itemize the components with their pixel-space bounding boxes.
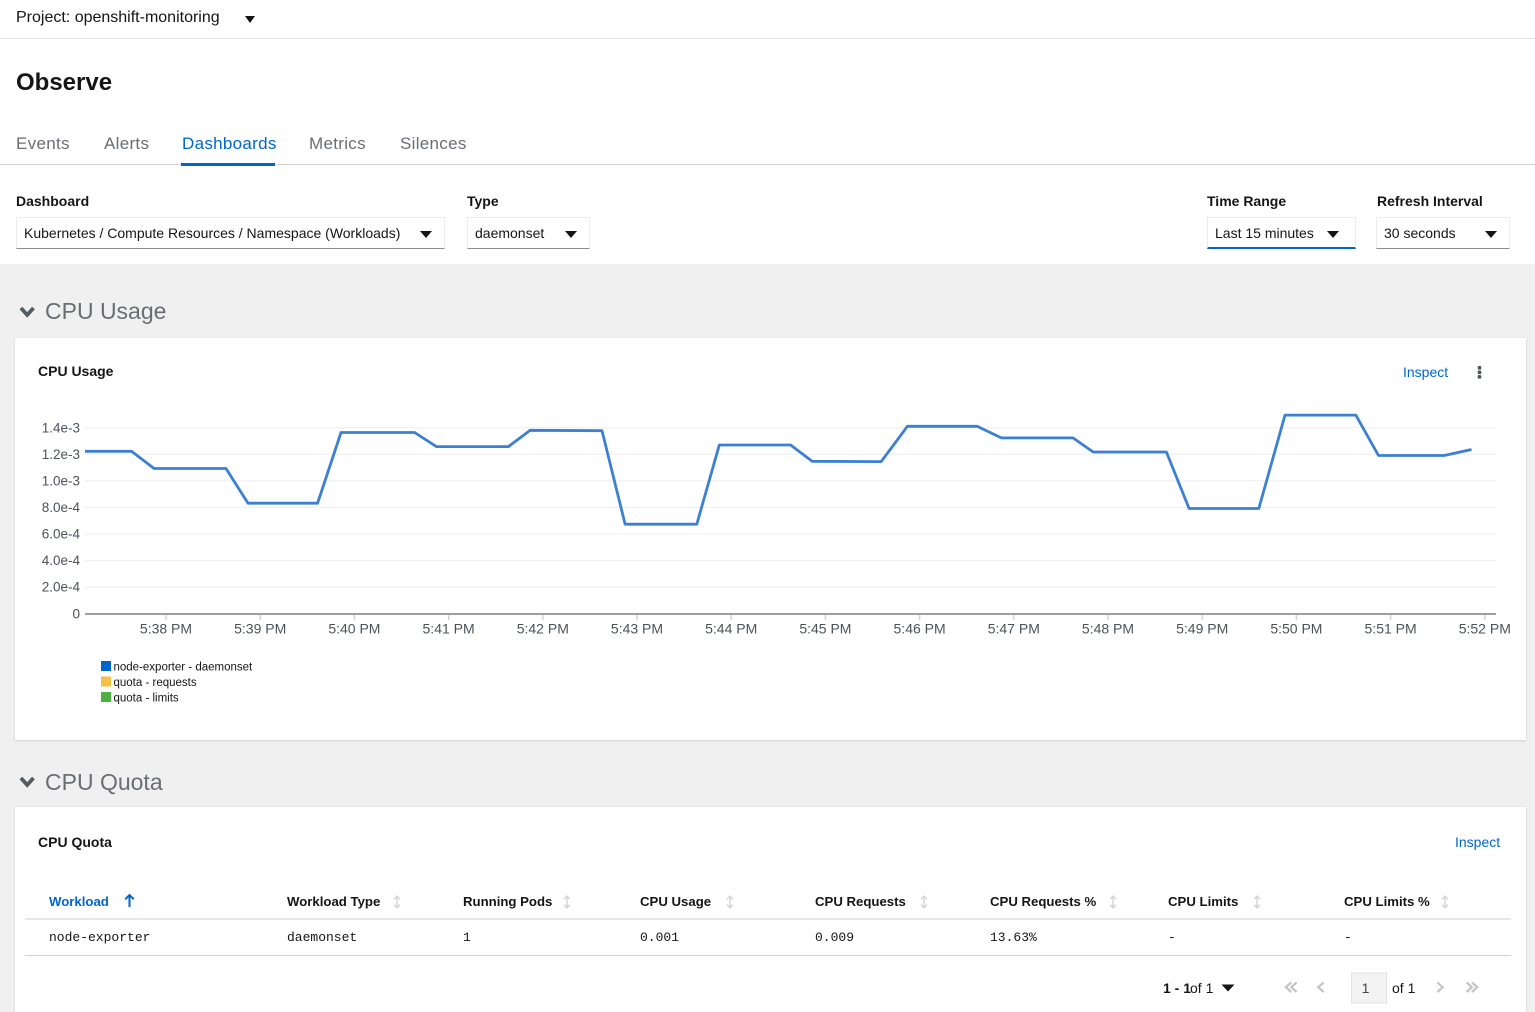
svg-text:CPU Requests %: CPU Requests % xyxy=(990,894,1097,909)
svg-text:1: 1 xyxy=(463,930,471,945)
svg-text:1.0e-3: 1.0e-3 xyxy=(42,473,80,488)
svg-text:4.0e-4: 4.0e-4 xyxy=(42,553,81,568)
svg-text:1.4e-3: 1.4e-3 xyxy=(42,420,80,435)
svg-text:quota - limits: quota - limits xyxy=(114,693,179,705)
svg-text:1.2e-3: 1.2e-3 xyxy=(42,447,80,462)
svg-text:Workload Type: Workload Type xyxy=(287,894,380,909)
svg-text:quota - requests: quota - requests xyxy=(114,677,197,689)
svg-text:5:50 PM: 5:50 PM xyxy=(1270,621,1322,637)
svg-text:5:49 PM: 5:49 PM xyxy=(1176,621,1228,637)
svg-text:0: 0 xyxy=(72,607,80,622)
svg-text:CPU Requests: CPU Requests xyxy=(815,894,906,909)
svg-text:0.009: 0.009 xyxy=(815,930,854,945)
svg-text:5:42 PM: 5:42 PM xyxy=(517,621,569,637)
svg-text:1 - 1: 1 - 1 xyxy=(1163,980,1191,996)
svg-text:5:38 PM: 5:38 PM xyxy=(140,621,192,637)
svg-text:5:48 PM: 5:48 PM xyxy=(1082,621,1134,637)
svg-text:-: - xyxy=(1168,930,1176,945)
svg-text:of 1: of 1 xyxy=(1190,980,1214,996)
svg-text:of 1: of 1 xyxy=(1392,980,1416,996)
svg-text:CPU Limits %: CPU Limits % xyxy=(1344,894,1430,909)
svg-text:5:40 PM: 5:40 PM xyxy=(328,621,380,637)
svg-text:5:47 PM: 5:47 PM xyxy=(988,621,1040,637)
svg-text:Running Pods: Running Pods xyxy=(463,894,552,909)
svg-text:13.63%: 13.63% xyxy=(990,930,1037,945)
svg-text:0.001: 0.001 xyxy=(640,930,679,945)
svg-text:5:44 PM: 5:44 PM xyxy=(705,621,757,637)
svg-text:5:52 PM: 5:52 PM xyxy=(1459,621,1511,637)
svg-text:5:41 PM: 5:41 PM xyxy=(423,621,475,637)
svg-text:5:39 PM: 5:39 PM xyxy=(234,621,286,637)
svg-text:daemonset: daemonset xyxy=(287,930,357,945)
svg-text:8.0e-4: 8.0e-4 xyxy=(42,500,81,515)
svg-text:CPU Limits: CPU Limits xyxy=(1168,894,1238,909)
svg-text:5:46 PM: 5:46 PM xyxy=(894,621,946,637)
svg-text:node-exporter - daemonset: node-exporter - daemonset xyxy=(114,662,254,674)
svg-text:5:43 PM: 5:43 PM xyxy=(611,621,663,637)
svg-text:5:51 PM: 5:51 PM xyxy=(1365,621,1417,637)
svg-text:2.0e-4: 2.0e-4 xyxy=(42,580,81,595)
svg-text:5:45 PM: 5:45 PM xyxy=(799,621,851,637)
svg-text:6.0e-4: 6.0e-4 xyxy=(42,527,81,542)
svg-text:CPU Usage: CPU Usage xyxy=(640,894,711,909)
svg-text:1: 1 xyxy=(1362,980,1370,996)
svg-text:-: - xyxy=(1344,930,1352,945)
svg-text:Workload: Workload xyxy=(49,894,109,909)
svg-text:node-exporter: node-exporter xyxy=(49,930,150,945)
